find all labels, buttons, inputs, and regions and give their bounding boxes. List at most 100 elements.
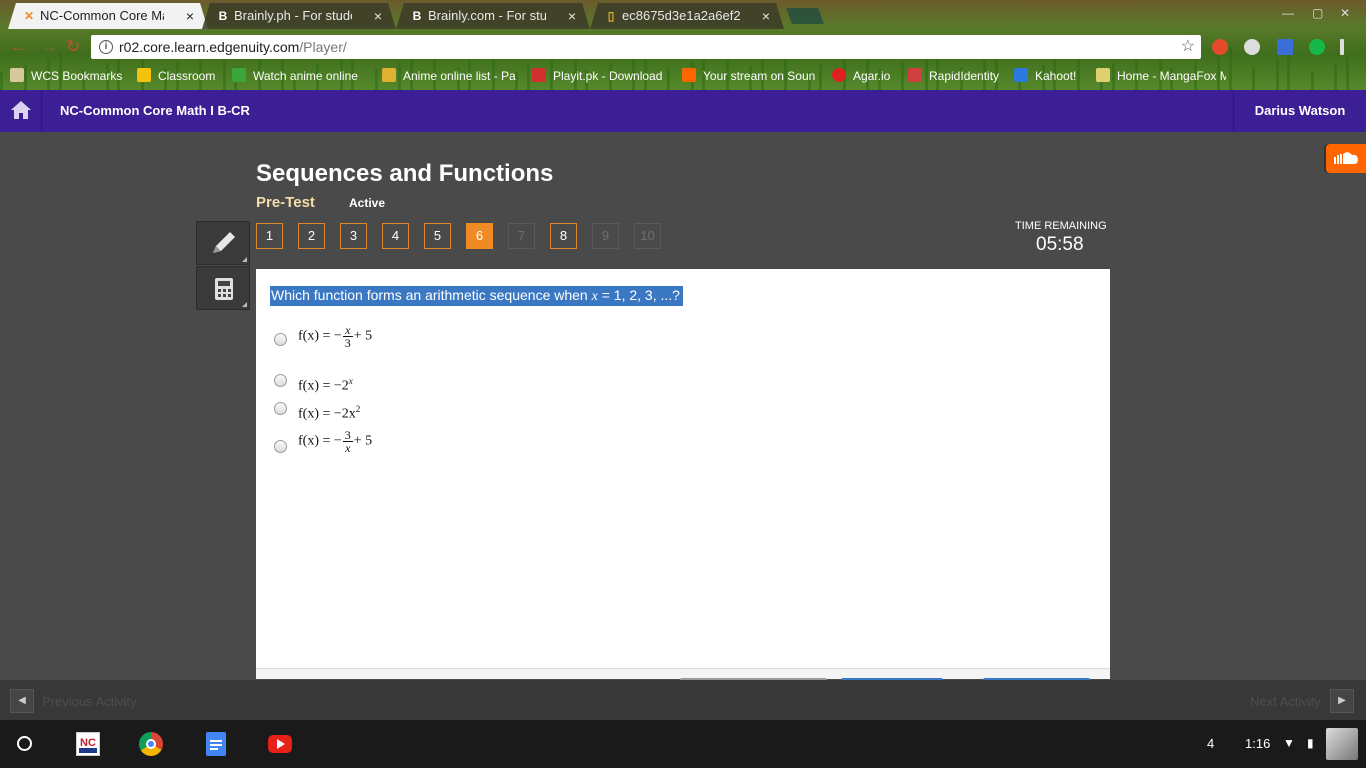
folder-icon <box>10 68 24 82</box>
answer-option-d[interactable]: f(x) = −3 x + 5 <box>298 429 372 454</box>
user-name: Darius Watson <box>1254 103 1346 118</box>
bookmark-item[interactable]: Kahoot! <box>1014 68 1076 83</box>
answer-option-c[interactable]: f(x) = −2x2 <box>298 404 360 423</box>
close-tab-icon[interactable]: × <box>186 3 194 29</box>
url-path: /Player/ <box>299 39 347 55</box>
close-window-icon[interactable]: ✕ <box>1340 6 1350 20</box>
home-button[interactable] <box>0 90 42 132</box>
previous-activity-label: Previous Activity <box>42 694 137 709</box>
back-icon[interactable]: ← <box>10 37 27 57</box>
question-nav-6[interactable]: 6 <box>466 223 493 249</box>
avatar[interactable] <box>1326 728 1358 760</box>
menu-icon[interactable] <box>1340 39 1344 55</box>
edgenuity-icon: ✕ <box>23 9 35 23</box>
google-docs-app-icon[interactable] <box>206 732 226 756</box>
calculator-tool-button[interactable] <box>196 266 250 310</box>
notification-count[interactable]: 4 <box>1207 736 1214 751</box>
bookmark-item[interactable]: Anime online list - Pa <box>382 68 517 83</box>
bookmark-item[interactable]: Your stream on Soun <box>682 68 817 83</box>
home-icon <box>11 101 31 119</box>
tab-document[interactable]: ▯ ec8675d3e1a2a6ef2ae4 × <box>590 3 784 29</box>
question-nav-10: 10 <box>634 223 661 249</box>
maximize-icon[interactable]: ▢ <box>1312 6 1323 20</box>
forward-icon[interactable]: → <box>40 37 57 57</box>
minimize-icon[interactable]: — <box>1282 6 1294 20</box>
soundcloud-widget-button[interactable] <box>1326 144 1366 173</box>
system-clock[interactable]: 1:16 <box>1245 736 1270 751</box>
address-bar[interactable]: i r02.core.learn.edgenuity.com/Player/ ☆ <box>91 35 1201 59</box>
bookmark-item[interactable]: Watch anime online <box>232 68 367 83</box>
bookmark-item[interactable]: Classroom <box>137 68 215 83</box>
chrome-app-icon[interactable] <box>139 732 163 756</box>
question-nav-8[interactable]: 8 <box>550 223 577 249</box>
tab-nc-common-core[interactable]: ✕ NC-Common Core Math I B-CR × <box>8 3 208 29</box>
nc-test-app-icon[interactable]: NC <box>76 732 100 756</box>
timer-value: 05:58 <box>1036 234 1084 255</box>
site-info-icon[interactable]: i <box>99 40 113 54</box>
close-tab-icon[interactable]: × <box>568 3 576 29</box>
answer-option-a[interactable]: f(x) = − x 3 + 5 <box>298 324 372 349</box>
brainly-icon: B <box>218 9 228 23</box>
wifi-icon[interactable]: ▼ <box>1283 736 1295 750</box>
lesson-title: Sequences and Functions <box>256 160 554 187</box>
bookmark-item[interactable]: Playit.pk - Download <box>532 68 667 83</box>
document-icon: ▯ <box>607 9 615 23</box>
question-nav-5[interactable]: 5 <box>424 223 451 249</box>
answer-radio-b[interactable] <box>274 374 287 387</box>
youtube-app-icon[interactable] <box>268 735 292 753</box>
extension-bookmark-icon[interactable] <box>1277 39 1293 55</box>
next-activity-label: Next Activity <box>1250 694 1321 709</box>
kahoot-icon <box>1014 68 1028 82</box>
answer-radio-c[interactable] <box>274 402 287 415</box>
tab-brainly-ph[interactable]: B Brainly.ph - For students × <box>202 3 396 29</box>
launcher-icon[interactable] <box>17 736 32 751</box>
reload-icon[interactable]: ↻ <box>66 37 80 57</box>
course-title: NC-Common Core Math I B-CR <box>60 103 250 118</box>
rapididentity-icon <box>908 68 922 82</box>
os-shelf: NC 4 1:16 ▼ ▮ <box>0 720 1366 768</box>
question-nav-1[interactable]: 1 <box>256 223 283 249</box>
soundcloud-icon <box>1334 152 1358 164</box>
question-nav-3[interactable]: 3 <box>340 223 367 249</box>
browser-chrome: ✕ NC-Common Core Math I B-CR × B Brainly… <box>0 0 1366 90</box>
chevron-left-icon: ◀ <box>18 695 26 706</box>
next-activity-button[interactable]: ▶ <box>1330 689 1354 713</box>
classroom-icon <box>137 68 151 82</box>
fraction: 3x <box>342 428 353 455</box>
battery-icon[interactable]: ▮ <box>1307 736 1314 750</box>
timer-label: TIME REMAINING <box>1015 220 1107 232</box>
question-text: Which function forms an arithmetic seque… <box>270 286 683 306</box>
mangafox-icon <box>1096 68 1110 82</box>
question-nav-2[interactable]: 2 <box>298 223 325 249</box>
close-tab-icon[interactable]: × <box>762 3 770 29</box>
extension-grammarly-icon[interactable] <box>1309 39 1325 55</box>
extension-play-icon[interactable] <box>1212 39 1228 55</box>
answer-radio-a[interactable] <box>274 333 287 346</box>
tv-icon <box>232 68 246 82</box>
answer-option-b[interactable]: f(x) = −2x <box>298 376 353 395</box>
bookmark-item[interactable]: WCS Bookmarks <box>10 68 122 83</box>
app-header: NC-Common Core Math I B-CR Darius Watson <box>0 90 1366 132</box>
new-tab-button[interactable] <box>786 8 824 24</box>
bookmark-item[interactable]: Home - MangaFox M <box>1096 68 1226 83</box>
bookmarks-bar: WCS Bookmarks Classroom Watch anime onli… <box>0 64 1366 88</box>
anime-list-icon <box>382 68 396 82</box>
tab-brainly-com[interactable]: B Brainly.com - For students × <box>396 3 590 29</box>
url-host: r02.core.learn.edgenuity.com <box>119 39 300 55</box>
bookmark-star-icon[interactable]: ☆ <box>1181 35 1195 59</box>
user-menu[interactable]: Darius Watson <box>1233 90 1366 132</box>
previous-activity-button[interactable]: ◀ <box>10 689 34 713</box>
soundcloud-icon <box>682 68 696 82</box>
bookmark-item[interactable]: Agar.io <box>832 68 890 83</box>
extension-help-icon[interactable] <box>1244 39 1260 55</box>
notepad-tool-button[interactable] <box>196 221 250 265</box>
brainly-icon: B <box>412 9 422 23</box>
question-nav-9: 9 <box>592 223 619 249</box>
close-tab-icon[interactable]: × <box>374 3 382 29</box>
question-nav-4[interactable]: 4 <box>382 223 409 249</box>
question-panel: Which function forms an arithmetic seque… <box>256 269 1110 679</box>
activity-status: Active <box>349 196 386 210</box>
chevron-right-icon: ▶ <box>1338 695 1346 706</box>
answer-radio-d[interactable] <box>274 440 287 453</box>
bookmark-item[interactable]: RapidIdentity <box>908 68 999 83</box>
